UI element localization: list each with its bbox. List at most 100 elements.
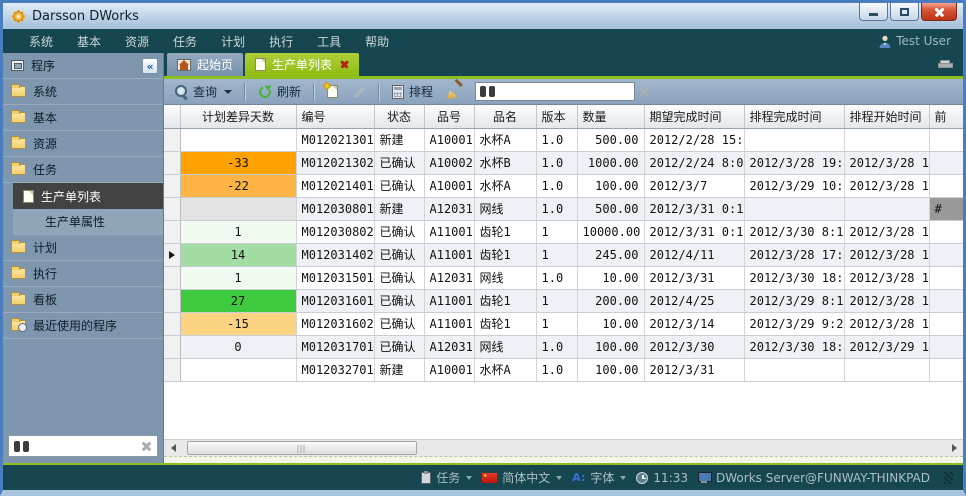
table-row[interactable]: -22 M012021401 已确认 A10001 水杯A 1.0 100.00… (164, 174, 963, 197)
menu-item[interactable]: 执行 (257, 33, 305, 50)
column-header[interactable]: 计划差异天数 (180, 105, 296, 128)
clean-button[interactable] (443, 83, 467, 101)
column-header[interactable]: 数量 (577, 105, 644, 128)
tab-close-icon[interactable] (340, 60, 349, 69)
new-button[interactable] (323, 83, 342, 100)
table-row[interactable]: M012021301 新建 A10001 水杯A 1.0 500.00 2012… (164, 128, 963, 151)
refresh-button[interactable]: 刷新 (254, 81, 305, 102)
cell-item-no: A10001 (424, 358, 474, 381)
task-dropdown[interactable]: 任务 (421, 469, 472, 486)
table-row[interactable]: 14 M012031402 已确认 A11001 齿轮1 1 245.00 20… (164, 243, 963, 266)
row-selector-cell[interactable] (164, 197, 180, 220)
row-selector-cell[interactable] (164, 289, 180, 312)
sidebar-item[interactable]: 最近使用的程序 (3, 313, 163, 339)
sidebar-item[interactable]: 系统 (3, 79, 163, 105)
column-header[interactable]: 编号 (296, 105, 374, 128)
table-row[interactable]: 27 M012031601 已确认 A11001 齿轮1 1 200.00 20… (164, 289, 963, 312)
sidebar-item[interactable]: 执行 (3, 261, 163, 287)
cell-version: 1 (536, 312, 577, 335)
sidebar-search-input[interactable] (34, 439, 136, 453)
user-chip[interactable]: Test User (879, 34, 951, 48)
column-header[interactable]: 排程开始时间 (844, 105, 929, 128)
row-selector-cell[interactable] (164, 128, 180, 151)
sidebar-item[interactable]: 基本 (3, 105, 163, 131)
menu-item[interactable]: 计划 (209, 33, 257, 50)
home-icon (177, 59, 191, 71)
cell-quantity: 245.00 (577, 243, 644, 266)
table-row[interactable]: -15 M012031602 已确认 A11001 齿轮1 1 10.00 20… (164, 312, 963, 335)
row-selector-cell[interactable] (164, 358, 180, 381)
sidebar-item-label: 计划 (33, 239, 57, 256)
cell-plan-diff-days (180, 128, 296, 151)
column-header[interactable]: 前 (929, 105, 963, 128)
clear-search-icon[interactable] (639, 86, 650, 97)
minimize-button[interactable] (859, 3, 888, 21)
clear-search-icon[interactable] (141, 441, 152, 452)
sidebar-item[interactable]: 任务 (3, 157, 163, 183)
horizontal-scrollbar[interactable] (164, 439, 963, 456)
column-header[interactable]: 状态 (374, 105, 424, 128)
row-selector-cell[interactable] (164, 151, 180, 174)
column-header[interactable]: 品号 (424, 105, 474, 128)
tab-start-page[interactable]: 起始页 (167, 53, 243, 76)
sidebar-item-label: 生产单属性 (45, 213, 105, 230)
table-row[interactable]: M012032701 新建 A10001 水杯A 1.0 100.00 2012… (164, 358, 963, 381)
sidebar-item[interactable]: 计划 (3, 235, 163, 261)
table-row[interactable]: 0 M012031701 已确认 A12031 网线 1.0 100.00 20… (164, 335, 963, 358)
cell-quantity: 10.00 (577, 266, 644, 289)
scroll-left-button[interactable] (165, 441, 181, 455)
sidebar-collapse-button[interactable]: « (142, 58, 158, 74)
menu-item[interactable]: 资源 (113, 33, 161, 50)
folder-icon (11, 242, 26, 253)
sidebar-item[interactable]: 生产单属性 (13, 209, 163, 235)
cell-version: 1.0 (536, 266, 577, 289)
row-selector-cell[interactable] (164, 312, 180, 335)
chevron-down-icon (224, 90, 232, 94)
schedule-button[interactable]: 排程 (388, 81, 437, 102)
column-header[interactable]: 排程完成时间 (744, 105, 844, 128)
sidebar-item[interactable]: 生产单列表 (13, 183, 163, 209)
cell-version: 1.0 (536, 174, 577, 197)
column-header[interactable]: 版本 (536, 105, 577, 128)
tab-production-order-list[interactable]: 生产单列表 (245, 53, 359, 76)
restore-button[interactable] (890, 3, 919, 21)
cell-schedule-finish (744, 197, 844, 220)
row-selector-cell[interactable] (164, 243, 180, 266)
table-row[interactable]: -33 M012021302 已确认 A10002 水杯B 1.0 1000.0… (164, 151, 963, 174)
language-dropdown[interactable]: 简体中文 (482, 469, 562, 486)
scroll-right-button[interactable] (946, 441, 962, 455)
bottom-strip (164, 456, 963, 463)
cell-item-name: 齿轮1 (474, 243, 536, 266)
column-header[interactable]: 品名 (474, 105, 536, 128)
menu-item[interactable]: 工具 (305, 33, 353, 50)
refresh-icon (258, 85, 272, 99)
cell-status: 新建 (374, 358, 424, 381)
cell-schedule-start (844, 358, 929, 381)
cell-expected-finish: 2012/3/31 0:10 (644, 197, 744, 220)
row-selector-cell[interactable] (164, 335, 180, 358)
menu-item[interactable]: 系统 (17, 33, 65, 50)
row-selector-cell[interactable] (164, 174, 180, 197)
toolbar-search-input[interactable] (499, 85, 630, 99)
menu-item[interactable]: 任务 (161, 33, 209, 50)
sidebar-item[interactable]: 看板 (3, 287, 163, 313)
resize-grip[interactable] (944, 472, 953, 484)
row-selector-cell[interactable] (164, 266, 180, 289)
font-dropdown[interactable]: A: 字体 (572, 469, 626, 486)
column-header[interactable]: 期望完成时间 (644, 105, 744, 128)
table-row[interactable]: 1 M012031501 已确认 A12031 网线 1.0 10.00 201… (164, 266, 963, 289)
edit-button[interactable] (348, 83, 370, 101)
scrollbar-thumb[interactable] (187, 441, 417, 455)
table-row[interactable]: 1 M012030802 已确认 A11001 齿轮1 1 10000.00 2… (164, 220, 963, 243)
cell-item-no: A12031 (424, 266, 474, 289)
query-button[interactable]: 查询 (171, 81, 236, 102)
sidebar-item[interactable]: 资源 (3, 131, 163, 157)
table-row[interactable]: M012030801 新建 A12031 网线 1.0 500.00 2012/… (164, 197, 963, 220)
row-selector-cell[interactable] (164, 220, 180, 243)
folder-icon (11, 112, 26, 123)
menu-item[interactable]: 帮助 (353, 33, 401, 50)
menu-item[interactable]: 基本 (65, 33, 113, 50)
close-button[interactable] (921, 3, 957, 21)
binoculars-icon (14, 441, 29, 452)
pin-icon[interactable] (938, 60, 951, 68)
